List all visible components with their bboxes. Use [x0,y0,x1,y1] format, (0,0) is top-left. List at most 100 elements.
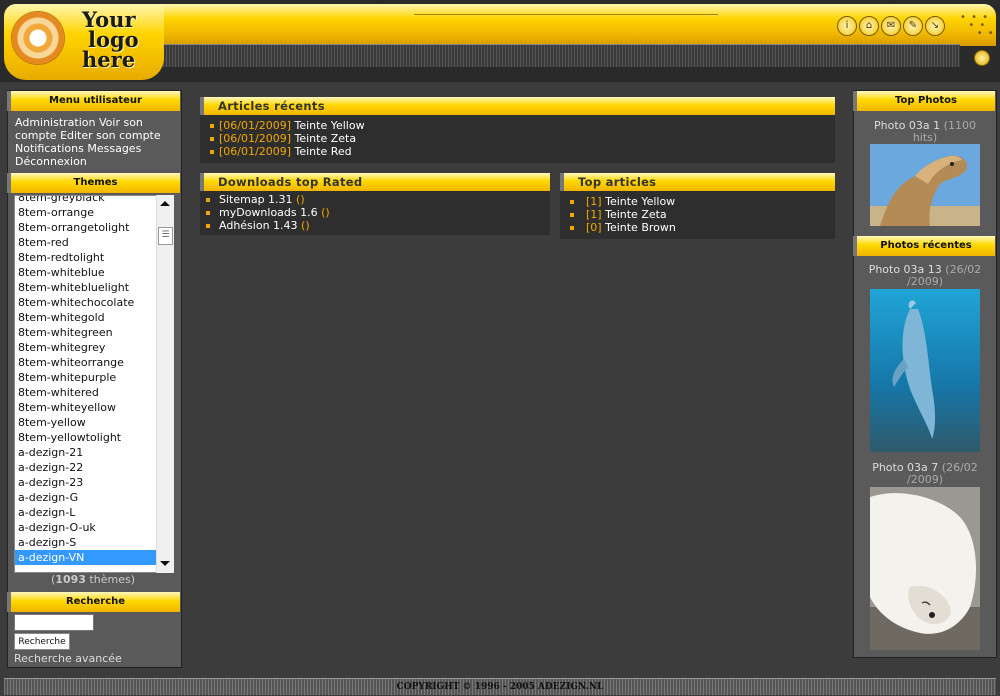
menu-link-administration[interactable]: Administration [15,116,96,129]
scroll-down-icon[interactable] [160,561,170,566]
article-link[interactable]: Teinte Yellow [294,119,364,132]
download-link[interactable]: Sitemap 1.31 [219,193,293,206]
theme-option[interactable]: 8tem-greyblack [15,196,173,205]
scroll-up-icon[interactable] [160,201,170,206]
article-link[interactable]: Teinte Brown [605,221,676,234]
theme-option[interactable]: a-dezign-S [15,535,173,550]
theme-option[interactable]: a-dezign-23 [15,475,173,490]
list-item[interactable]: [06/01/2009] Teinte Yellow [200,119,835,132]
logo-emblem-icon [12,12,64,64]
bullet-icon [570,213,574,217]
info-icon[interactable]: i [837,16,857,36]
theme-option[interactable]: a-dezign-L [15,505,173,520]
decorative-dots-icon: • • • • • • • [960,12,995,39]
menu-link-edit-account[interactable]: Editer son compte [60,129,161,142]
theme-option[interactable]: 8tem-whiteyellow [15,400,173,415]
search-button[interactable]: Recherche [14,633,70,650]
theme-option[interactable]: 8tem-whitechocolate [15,295,173,310]
article-link[interactable]: Teinte Zeta [294,132,356,145]
download-rating: () [296,193,305,206]
bullet-icon [570,200,574,204]
theme-option[interactable]: 8tem-whitegold [15,310,173,325]
theme-option[interactable]: a-dezign-22 [15,460,173,475]
list-item[interactable]: [1] Teinte Zeta [560,208,835,221]
list-item[interactable]: myDownloads 1.6 () [200,206,550,219]
bullet-icon [210,150,214,154]
theme-option[interactable]: 8tem-orrange [15,205,173,220]
list-item[interactable]: [06/01/2009] Teinte Zeta [200,132,835,145]
download-rating: () [321,206,330,219]
list-item[interactable]: [1] Teinte Yellow [560,195,835,208]
recent-articles-list: [06/01/2009] Teinte Yellow [06/01/2009] … [200,115,835,163]
photo-caption: Photo 03a 13 (26/02 /2009) [860,264,990,288]
recent-articles-title: Articles récents [200,97,835,115]
top-articles-title: Top articles [560,173,835,191]
user-menu: Administration Voir son compte Editer so… [7,114,180,170]
download-link[interactable]: Adhésion 1.43 [219,219,298,232]
mail-icon[interactable]: ✉ [881,16,901,36]
theme-option[interactable]: 8tem-whitegrey [15,340,173,355]
theme-option[interactable]: 8tem-whitered [15,385,173,400]
list-item[interactable]: Sitemap 1.31 () [200,193,550,206]
theme-option[interactable]: 8tem-whitebluelight [15,280,173,295]
download-link[interactable]: myDownloads 1.6 [219,206,318,219]
theme-option[interactable]: 8tem-yellowtolight [15,430,173,445]
article-date: [06/01/2009] [219,145,291,158]
advanced-search-link[interactable]: Recherche avancée [14,652,122,665]
arrow-icon[interactable]: ↘ [925,16,945,36]
header-stripe [160,44,960,67]
search-title: Recherche [7,592,180,612]
theme-option[interactable]: a-dezign-21 [15,445,173,460]
scroll-thumb[interactable]: ☰ [158,227,173,245]
article-date: [06/01/2009] [219,132,291,145]
menu-link-notifications[interactable]: Notifications [15,142,84,155]
theme-option[interactable]: a-dezign-VN [15,550,173,565]
edit-icon[interactable]: ✎ [903,16,923,36]
theme-option[interactable]: 8tem-orrangetolight [15,220,173,235]
theme-option[interactable]: 8tem-yellow [15,415,173,430]
article-count: [0] [586,221,602,234]
theme-option[interactable]: a-dezign-O-uk [15,520,173,535]
themes-count-number: 1093 [55,573,86,586]
logo-line-3: here [82,47,136,72]
bullet-icon [206,211,210,215]
top-photos-title: Top Photos [853,91,995,111]
themes-title: Themes [7,173,180,193]
menu-link-messages[interactable]: Messages [87,142,141,155]
article-link[interactable]: Teinte Zeta [605,208,667,221]
theme-option[interactable]: 8tem-whiteblue [15,265,173,280]
theme-option[interactable]: 8tem-whitepurple [15,370,173,385]
top-articles-list: [1] Teinte Yellow [1] Teinte Zeta [0] Te… [560,191,835,239]
theme-option[interactable]: 8tem-whiteorrange [15,355,173,370]
theme-option[interactable]: 8tem-redtolight [15,250,173,265]
downloads-list: Sitemap 1.31 () myDownloads 1.6 () Adhés… [200,191,550,235]
search-input[interactable] [14,614,94,631]
theme-option[interactable]: 8tem-whitegreen [15,325,173,340]
photo-caption: Photo 03a 1 (1100 hits) [863,120,987,144]
list-item[interactable]: [06/01/2009] Teinte Red [200,145,835,158]
menu-link-logout[interactable]: Déconnexion [15,155,87,168]
list-item[interactable]: Adhésion 1.43 () [200,219,550,232]
article-count: [1] [586,208,602,221]
recent-photos-title: Photos récentes [853,236,995,256]
dolphin-photo[interactable] [870,289,980,452]
bullet-icon [210,124,214,128]
theme-option[interactable]: 8tem-red [15,235,173,250]
themes-count: (1093 thèmes) [51,573,135,586]
article-date: [06/01/2009] [219,119,291,132]
home-icon[interactable]: ⌂ [859,16,879,36]
article-link[interactable]: Teinte Red [294,145,351,158]
list-item[interactable]: [0] Teinte Brown [560,221,835,234]
bullet-icon [210,137,214,141]
download-rating: () [301,219,310,232]
header-knob-icon [974,50,990,66]
theme-option[interactable]: a-dezign-G [15,490,173,505]
menu-title: Menu utilisateur [7,91,180,111]
camel-photo[interactable] [870,144,980,226]
footer-copyright: COPYRIGHT © 1996 - 2005 ADEZIGN.NL [4,678,996,695]
article-count: [1] [586,195,602,208]
polar-bear-photo[interactable] [870,487,980,650]
themes-listbox[interactable]: 8tem-greyblack 8tem-orrange 8tem-orrangeto… [14,195,174,573]
themes-scrollbar[interactable] [156,195,174,573]
article-link[interactable]: Teinte Yellow [605,195,675,208]
